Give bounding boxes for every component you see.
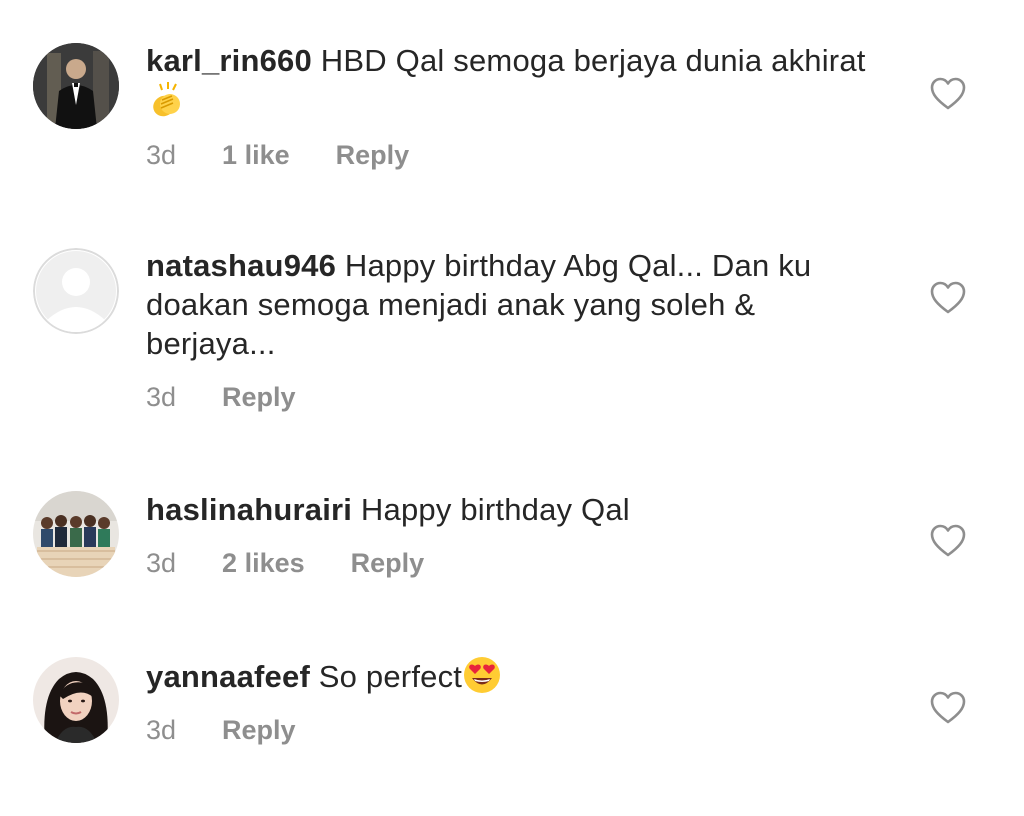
comment-likes[interactable]: 2 likes	[222, 547, 305, 579]
default-avatar-icon	[33, 248, 119, 334]
avatar[interactable]	[33, 491, 119, 577]
reply-button[interactable]: Reply	[222, 381, 296, 413]
comment-text: natashau946 Happy birthday Abg Qal... Da…	[146, 246, 886, 363]
comment-likes[interactable]: 1 like	[222, 139, 290, 171]
reply-button[interactable]: Reply	[336, 139, 410, 171]
clapping-hands-icon	[153, 82, 180, 117]
comment-time: 3d	[146, 715, 177, 745]
like-button[interactable]	[929, 690, 967, 726]
heart-outline-icon	[930, 77, 966, 110]
comment-meta: 3d 1 like Reply	[146, 139, 886, 171]
comment-body: HBD Qal semoga berjaya dunia akhirat	[320, 43, 866, 78]
like-button[interactable]	[929, 280, 967, 316]
reply-button[interactable]: Reply	[222, 714, 296, 746]
comment-text: haslinahurairi Happy birthday Qal	[146, 490, 886, 529]
avatar[interactable]	[33, 657, 119, 743]
profile-photo-icon	[33, 657, 119, 743]
comment-body: So perfect	[318, 659, 463, 694]
heart-outline-icon	[930, 691, 966, 724]
comment-username[interactable]: yannaafeef	[146, 659, 310, 694]
avatar[interactable]	[33, 43, 119, 129]
comment-text: yannaafeef So perfect	[146, 655, 886, 696]
comment-username[interactable]: karl_rin660	[146, 43, 312, 78]
avatar[interactable]	[33, 248, 119, 334]
comment-body: Happy birthday Qal	[360, 492, 630, 527]
comment-meta: 3d Reply	[146, 714, 886, 746]
comment-meta: 3d 2 likes Reply	[146, 547, 886, 579]
heart-eyes-icon	[464, 657, 501, 693]
comments-list: karl_rin660 HBD Qal semoga berjaya dunia…	[0, 0, 1024, 816]
comment-meta: 3d Reply	[146, 381, 886, 413]
heart-outline-icon	[930, 524, 966, 557]
profile-photo-icon	[33, 43, 119, 129]
heart-outline-icon	[930, 281, 966, 314]
reply-button[interactable]: Reply	[351, 547, 425, 579]
comment-time: 3d	[146, 548, 177, 578]
comment-username[interactable]: haslinahurairi	[146, 492, 352, 527]
like-button[interactable]	[929, 523, 967, 559]
profile-photo-icon	[33, 491, 119, 577]
comment-time: 3d	[146, 140, 177, 170]
comment-text: karl_rin660 HBD Qal semoga berjaya dunia…	[146, 41, 886, 121]
comment-username[interactable]: natashau946	[146, 248, 336, 283]
like-button[interactable]	[929, 76, 967, 112]
comment-time: 3d	[146, 382, 177, 412]
